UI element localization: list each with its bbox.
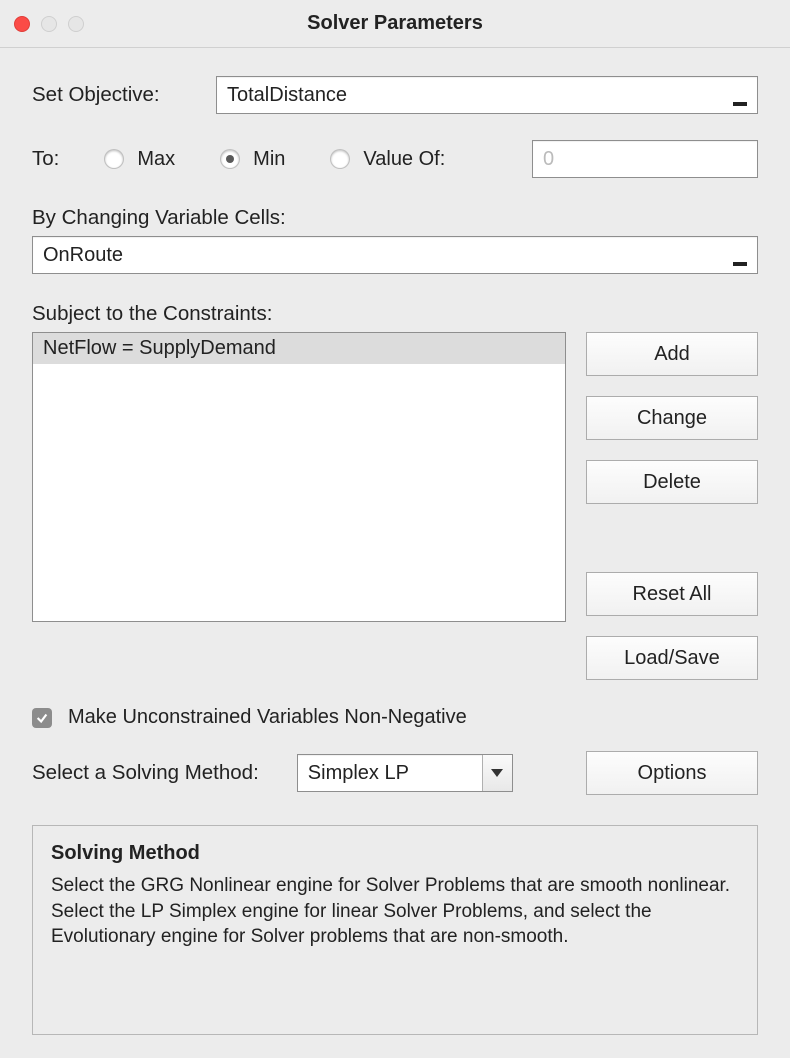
close-window-button[interactable] [14,16,30,32]
chevron-down-icon[interactable] [482,755,512,791]
to-valueof-radio[interactable] [331,150,349,168]
solving-method-select[interactable]: Simplex LP [297,754,513,792]
titlebar: Solver Parameters [0,0,790,48]
value-of-input[interactable]: 0 [532,140,758,178]
to-min-label: Min [253,148,285,171]
changing-cells-input[interactable]: OnRoute [32,236,758,274]
to-label: To: [32,147,59,171]
options-button[interactable]: Options [586,751,758,795]
load-save-button[interactable]: Load/Save [586,636,758,680]
value-of-value: 0 [543,148,554,171]
constraints-list[interactable]: NetFlow = SupplyDemand [32,332,566,622]
set-objective-input[interactable]: TotalDistance [216,76,758,114]
collapse-dialog-icon[interactable] [729,241,751,269]
set-objective-label: Set Objective: [32,83,216,107]
collapse-dialog-icon[interactable] [729,81,751,109]
constraint-item[interactable]: NetFlow = SupplyDemand [33,333,565,364]
to-max-label: Max [137,148,175,171]
minimize-window-button[interactable] [41,16,57,32]
window-title: Solver Parameters [0,12,790,35]
zoom-window-button[interactable] [68,16,84,32]
solving-method-value: Simplex LP [308,762,482,785]
help-text: Select the GRG Nonlinear engine for Solv… [51,873,739,950]
help-title: Solving Method [51,842,739,865]
constraints-label: Subject to the Constraints: [32,302,758,326]
reset-all-button[interactable]: Reset All [586,572,758,616]
method-label: Select a Solving Method: [32,761,259,785]
to-valueof-label: Value Of: [363,148,445,171]
changing-cells-value: OnRoute [43,244,729,267]
nonneg-label: Make Unconstrained Variables Non-Negativ… [68,706,467,729]
to-min-radio[interactable] [221,150,239,168]
solving-method-help: Solving Method Select the GRG Nonlinear … [32,825,758,1035]
add-button[interactable]: Add [586,332,758,376]
to-max-radio[interactable] [105,150,123,168]
change-button[interactable]: Change [586,396,758,440]
nonneg-checkbox[interactable] [32,708,52,728]
set-objective-value: TotalDistance [227,84,729,107]
changing-cells-label: By Changing Variable Cells: [32,206,758,230]
window-controls [0,16,84,32]
delete-button[interactable]: Delete [586,460,758,504]
